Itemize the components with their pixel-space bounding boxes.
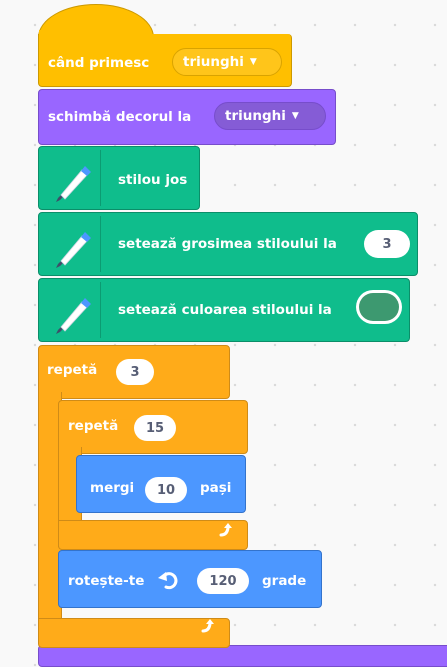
- inner-repeat-label: repetă: [68, 418, 119, 434]
- switch-backdrop-label: schimbă decorul la: [48, 109, 192, 125]
- loop-arrow-icon: [201, 619, 214, 633]
- message-dropdown-value: triunghi: [183, 54, 244, 70]
- pen-color-swatch: [359, 293, 399, 321]
- move-steps-input[interactable]: 10: [145, 477, 187, 503]
- pen-icon: [44, 150, 101, 206]
- turn-degrees-input[interactable]: 120: [197, 568, 249, 594]
- pen-icon: [44, 282, 101, 338]
- pen-icon: [44, 216, 101, 272]
- rotate-left-icon: [158, 572, 178, 590]
- dropdown-arrow-icon: ▼: [249, 57, 257, 67]
- outer-repeat-label: repetă: [47, 362, 98, 378]
- loop-arrow-icon: [219, 523, 232, 537]
- backdrop-dropdown[interactable]: triunghi ▼: [214, 102, 326, 130]
- outer-repeat-count-input[interactable]: 3: [116, 359, 154, 385]
- move-label: mergi: [90, 480, 135, 496]
- pen-color-picker[interactable]: [356, 290, 402, 324]
- pen-size-input[interactable]: 3: [364, 230, 410, 258]
- next-looks-block[interactable]: [38, 645, 447, 667]
- move-suffix: pași: [200, 480, 232, 496]
- message-dropdown[interactable]: triunghi ▼: [172, 48, 282, 76]
- when-i-receive-label: când primesc: [48, 55, 150, 71]
- pen-down-label: stilou jos: [118, 172, 188, 188]
- backdrop-dropdown-value: triunghi: [225, 108, 286, 124]
- turn-label: rotește-te: [68, 573, 145, 589]
- inner-repeat-count-input[interactable]: 15: [134, 415, 176, 441]
- set-pen-size-label: setează grosimea stiloului la: [118, 236, 337, 252]
- set-pen-color-label: setează culoarea stiloului la: [118, 302, 332, 318]
- dropdown-arrow-icon: ▼: [291, 111, 299, 121]
- turn-suffix: grade: [262, 573, 307, 589]
